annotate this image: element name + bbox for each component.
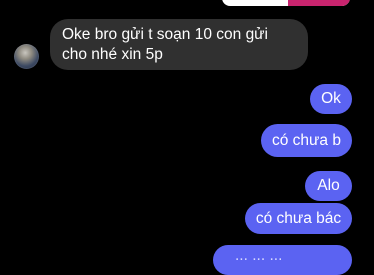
sent-message[interactable]: có chưa b [261, 124, 352, 157]
sent-message[interactable]: có chưa bác [245, 203, 352, 234]
avatar[interactable] [14, 44, 39, 69]
received-message[interactable]: Oke bro gửi t soạn 10 con gửi cho nhé xi… [50, 19, 308, 70]
previous-message-accent [288, 0, 350, 6]
sent-message[interactable]: Alo [305, 171, 352, 201]
previous-message-edge [222, 0, 350, 6]
sent-message-partial[interactable]: ... ... ... [213, 245, 352, 275]
sent-message[interactable]: Ok [310, 84, 352, 114]
